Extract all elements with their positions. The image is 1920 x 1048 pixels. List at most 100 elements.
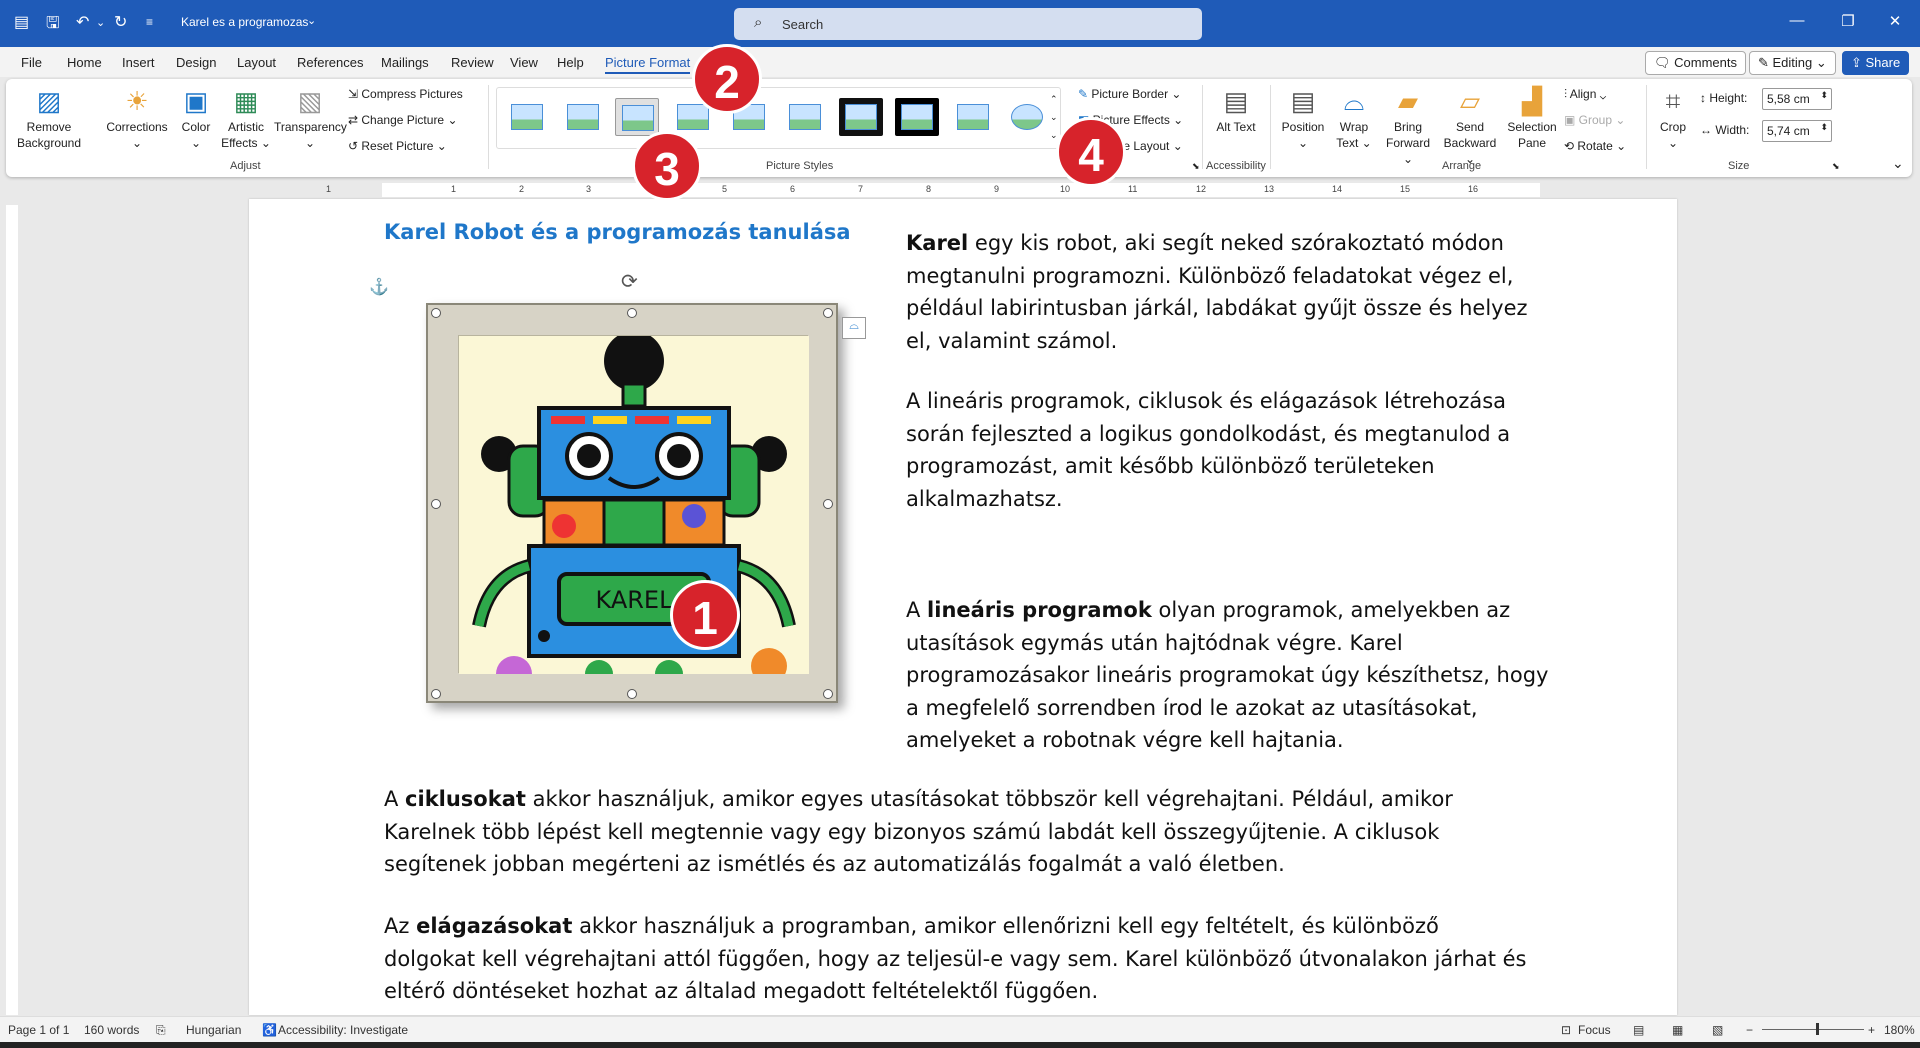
selection-pane-button[interactable]: ▟ Selection Pane bbox=[1504, 85, 1560, 151]
picture-style-10[interactable] bbox=[1005, 98, 1049, 136]
accessibility-status[interactable]: Accessibility: Investigate bbox=[278, 1023, 408, 1037]
picture-style-7[interactable] bbox=[839, 98, 883, 136]
gallery-up-icon[interactable]: ⌃ bbox=[1050, 94, 1058, 105]
wrap-text-button[interactable]: ⌓ Wrap Text ⌄ bbox=[1330, 85, 1378, 151]
picture-border-button[interactable]: ✎ Picture Border ⌄ bbox=[1078, 87, 1181, 101]
undo-icon[interactable]: ↶ bbox=[76, 12, 89, 32]
crop-button[interactable]: ⌗ Crop ⌄ bbox=[1652, 85, 1694, 151]
anchor-icon[interactable]: ⚓ bbox=[369, 277, 389, 297]
paragraph-2[interactable]: A lineáris programok, ciklusok és elágaz… bbox=[906, 385, 1546, 515]
send-backward-button[interactable]: ▱ Send Backward ⌄ bbox=[1440, 85, 1500, 167]
color-button[interactable]: ▣ Color ⌄ bbox=[174, 85, 218, 151]
tab-design[interactable]: Design bbox=[176, 55, 216, 70]
compress-pictures-button[interactable]: ⇲ Compress Pictures bbox=[348, 87, 463, 101]
word-app-icon[interactable]: ▤ bbox=[14, 12, 29, 32]
resize-handle[interactable] bbox=[823, 308, 833, 318]
resize-handle[interactable] bbox=[431, 499, 441, 509]
paragraph-1[interactable]: Karel egy kis robot, aki segít neked szó… bbox=[906, 227, 1546, 357]
tab-layout[interactable]: Layout bbox=[237, 55, 276, 70]
redo-icon[interactable]: ↻ bbox=[114, 12, 127, 32]
paragraph-4[interactable]: A ciklusokat akkor használjuk, amikor eg… bbox=[384, 783, 1534, 881]
reset-picture-button[interactable]: ↺ Reset Picture ⌄ bbox=[348, 139, 447, 153]
transparency-button[interactable]: ▧ Transparency ⌄ bbox=[274, 85, 347, 151]
remove-background-button[interactable]: ▨ Remove Background bbox=[16, 85, 82, 151]
tab-help[interactable]: Help bbox=[557, 55, 584, 70]
focus-icon[interactable]: ⊡ bbox=[1561, 1023, 1571, 1037]
horizontal-ruler[interactable]: 1 1 2 3 4 5 6 7 8 9 10 11 12 13 14 15 16 bbox=[0, 181, 1920, 199]
height-input[interactable]: 5,58 cm ⬍ bbox=[1762, 88, 1832, 110]
layout-options-icon[interactable]: ⌓ bbox=[842, 317, 866, 339]
tab-home[interactable]: Home bbox=[67, 55, 102, 70]
artistic-effects-button[interactable]: ▦ Artistic Effects ⌄ bbox=[218, 85, 274, 151]
picture-style-6[interactable] bbox=[783, 98, 827, 136]
undo-dropdown-icon[interactable]: ⌄ bbox=[96, 16, 105, 29]
width-input[interactable]: 5,74 cm ⬍ bbox=[1762, 120, 1832, 142]
size-dialog-launcher-icon[interactable]: ⬊ bbox=[1832, 161, 1840, 172]
spinner-icon[interactable]: ⬍ bbox=[1820, 122, 1828, 133]
resize-handle[interactable] bbox=[823, 499, 833, 509]
resize-handle[interactable] bbox=[823, 689, 833, 699]
picture-style-8[interactable] bbox=[895, 98, 939, 136]
zoom-in-icon[interactable]: + bbox=[1868, 1023, 1875, 1037]
focus-mode[interactable]: Focus bbox=[1578, 1023, 1611, 1037]
change-picture-button[interactable]: ⇄ Change Picture ⌄ bbox=[348, 113, 458, 127]
document-heading[interactable]: Karel Robot és a programozás tanulása bbox=[384, 220, 851, 244]
zoom-out-icon[interactable]: − bbox=[1746, 1023, 1753, 1037]
language[interactable]: Hungarian bbox=[186, 1023, 241, 1037]
web-layout-icon[interactable]: ▧ bbox=[1712, 1023, 1723, 1037]
picture-style-3-selected[interactable] bbox=[615, 98, 659, 136]
tab-references[interactable]: References bbox=[297, 55, 363, 70]
rotate-button[interactable]: ⟲ Rotate ⌄ bbox=[1564, 139, 1626, 153]
document-page[interactable]: Karel Robot és a programozás tanulása ⚓ … bbox=[249, 199, 1677, 1015]
restore-icon[interactable]: ❐ bbox=[1833, 12, 1863, 30]
vertical-ruler[interactable] bbox=[6, 205, 18, 1015]
align-button[interactable]: ⫶ Align ⌄ bbox=[1564, 87, 1606, 102]
spinner-icon[interactable]: ⬍ bbox=[1820, 90, 1828, 101]
read-mode-icon[interactable]: ▤ bbox=[1633, 1023, 1644, 1037]
paragraph-3[interactable]: A lineáris programok olyan programok, am… bbox=[906, 594, 1566, 757]
paragraph-5[interactable]: Az elágazásokat akkor használjuk a progr… bbox=[384, 910, 1534, 1008]
position-button[interactable]: ▤ Position ⌄ bbox=[1276, 85, 1330, 151]
picture-style-2[interactable] bbox=[561, 98, 605, 136]
resize-handle[interactable] bbox=[431, 689, 441, 699]
tab-file[interactable]: File bbox=[21, 55, 42, 70]
zoom-slider[interactable] bbox=[1762, 1029, 1864, 1030]
zoom-level[interactable]: 180% bbox=[1884, 1023, 1915, 1037]
zoom-slider-thumb[interactable] bbox=[1816, 1023, 1819, 1035]
collapse-ribbon-icon[interactable]: ⌄ bbox=[1892, 155, 1904, 172]
editing-button[interactable]: ✎ Editing ⌄ bbox=[1749, 51, 1836, 75]
proofing-icon[interactable]: ⎘ bbox=[156, 1023, 166, 1038]
search-box[interactable]: ⌕ Search bbox=[734, 8, 1202, 40]
close-icon[interactable]: ✕ bbox=[1880, 12, 1910, 30]
save-icon[interactable]: 🖫 bbox=[46, 12, 60, 39]
rotate-handle-icon[interactable]: ⟳ bbox=[621, 269, 638, 294]
document-title[interactable]: Karel es a programozas bbox=[181, 15, 308, 29]
chevron-down-icon[interactable]: ⌄ bbox=[307, 14, 316, 27]
resize-handle[interactable] bbox=[627, 308, 637, 318]
comments-button[interactable]: 🗨 Comments bbox=[1645, 51, 1746, 75]
resize-handle[interactable] bbox=[431, 308, 441, 318]
share-button[interactable]: ⇪ Share bbox=[1842, 51, 1910, 75]
minimize-icon[interactable]: — bbox=[1782, 12, 1812, 29]
accessibility-icon[interactable]: ♿ bbox=[262, 1023, 277, 1037]
tab-mailings[interactable]: Mailings bbox=[381, 55, 429, 70]
tab-review[interactable]: Review bbox=[451, 55, 494, 70]
selected-picture[interactable]: KAREL bbox=[426, 303, 838, 703]
corrections-button[interactable]: ☀ Corrections ⌄ bbox=[102, 85, 172, 151]
picture-styles-gallery[interactable]: ⌃ ⌄ ⌄ bbox=[496, 87, 1061, 149]
tab-insert[interactable]: Insert bbox=[122, 55, 155, 70]
alt-text-button[interactable]: ▤ Alt Text bbox=[1210, 85, 1262, 135]
bring-forward-button[interactable]: ▰ Bring Forward ⌄ bbox=[1380, 85, 1436, 167]
resize-handle[interactable] bbox=[627, 689, 637, 699]
print-layout-icon[interactable]: ▦ bbox=[1672, 1023, 1683, 1037]
gallery-down-icon[interactable]: ⌄ bbox=[1050, 112, 1058, 123]
gallery-more-icon[interactable]: ⌄ bbox=[1050, 130, 1058, 141]
dialog-launcher-icon[interactable]: ⬊ bbox=[1192, 161, 1200, 172]
tab-picture-format[interactable]: Picture Format bbox=[605, 55, 691, 74]
picture-style-1[interactable] bbox=[505, 98, 549, 136]
picture-style-9[interactable] bbox=[951, 98, 995, 136]
page-count[interactable]: Page 1 of 1 bbox=[8, 1023, 69, 1037]
customize-toolbar-icon[interactable]: ≡ bbox=[146, 15, 153, 29]
group-button[interactable]: ▣ Group ⌄ bbox=[1564, 113, 1625, 127]
word-count[interactable]: 160 words bbox=[84, 1023, 139, 1037]
